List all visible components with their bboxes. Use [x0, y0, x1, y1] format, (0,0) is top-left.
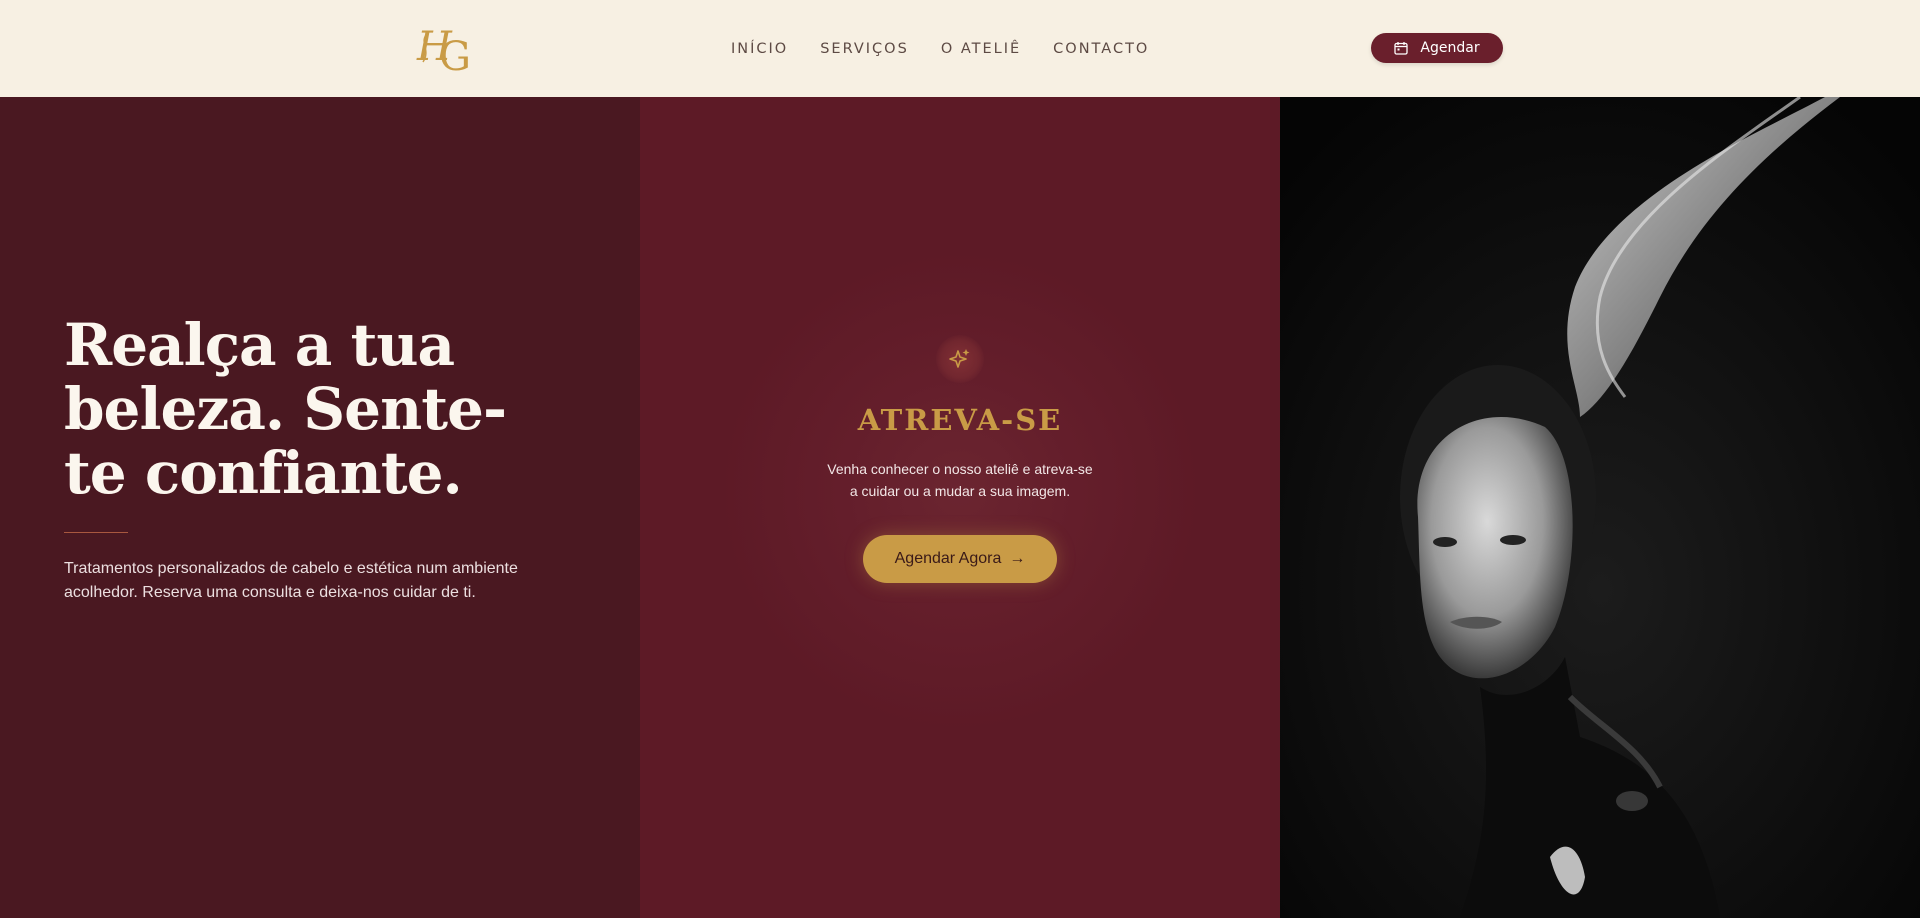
- promo-title: ATREVA-SE: [857, 403, 1063, 437]
- hero-photo: [1280, 97, 1920, 918]
- calendar-icon: [1394, 41, 1409, 55]
- book-now-button[interactable]: Agendar Agora →: [863, 535, 1057, 583]
- hero-title-line3: te confiante.: [64, 439, 463, 507]
- arrow-right-icon: →: [1009, 550, 1026, 567]
- nav-inicio[interactable]: INÍCIO: [731, 41, 788, 57]
- sparkles-icon: [936, 335, 984, 383]
- hero-panel-left: Realça a tua beleza. Sente- te confiante…: [0, 97, 640, 918]
- hero-title: Realça a tua beleza. Sente- te confiante…: [64, 313, 564, 505]
- hero-subtitle: Tratamentos personalizados de cabelo e e…: [64, 560, 518, 601]
- promo-panel: ATREVA-SE Venha conhecer o nosso ateliê …: [640, 97, 1280, 918]
- header-book-label: Agendar: [1420, 40, 1480, 56]
- hero-title-line1: Realça a tua: [64, 311, 455, 379]
- promo-text-line2: a cuidar ou a mudar a sua imagem.: [849, 483, 1071, 499]
- main-nav: INÍCIO SERVIÇOS O ATELIÊ CONTACTO: [731, 0, 1149, 97]
- nav-contacto[interactable]: CONTACTO: [1053, 41, 1149, 57]
- hero-divider: [64, 532, 128, 533]
- svg-text:G: G: [439, 34, 471, 74]
- hero-title-line2: beleza. Sente-: [64, 375, 507, 443]
- brand-logo[interactable]: H G: [413, 20, 479, 80]
- header-book-button[interactable]: Agendar: [1371, 33, 1503, 63]
- promo-text-line1: Venha conhecer o nosso ateliê e atreva-s…: [827, 461, 1093, 477]
- nav-atelie[interactable]: O ATELIÊ: [941, 41, 1021, 57]
- nav-servicos[interactable]: SERVIÇOS: [820, 41, 909, 57]
- site-header: H G INÍCIO SERVIÇOS O ATELIÊ CONTACTO Ag…: [0, 0, 1920, 97]
- promo-text: Venha conhecer o nosso ateliê e atreva-s…: [820, 458, 1100, 502]
- book-now-label: Agendar Agora: [894, 550, 1002, 567]
